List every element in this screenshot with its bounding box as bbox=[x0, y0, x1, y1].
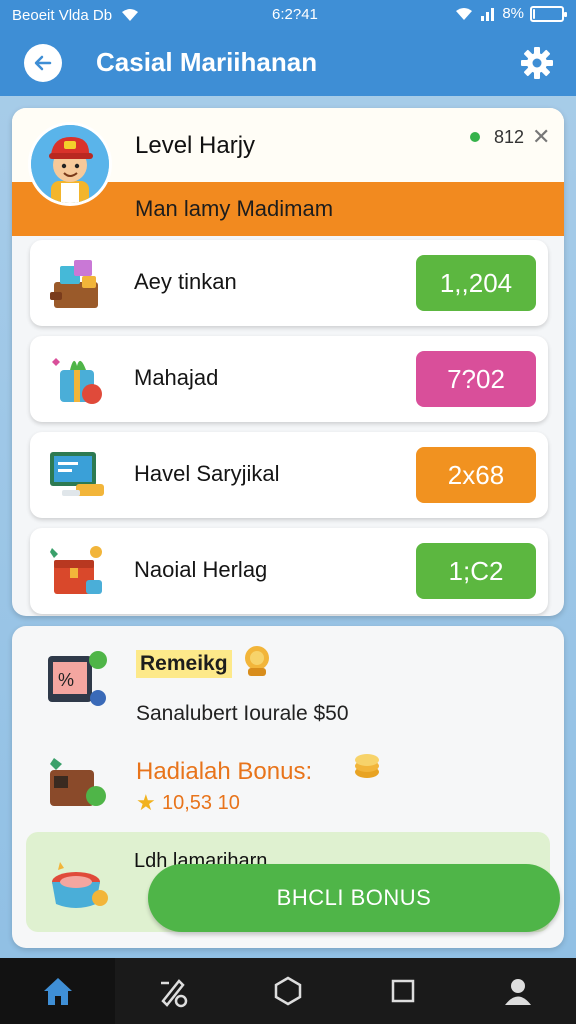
boy-avatar-icon bbox=[31, 125, 109, 203]
status-carrier-text: Beoeit Vlda Db bbox=[12, 6, 113, 24]
remaining-description: Sanalubert Iourale $50 bbox=[136, 702, 349, 725]
list-item[interactable]: Havel Saryjikal 2x68 bbox=[30, 432, 548, 518]
edit-tools-icon bbox=[160, 979, 188, 1008]
square-icon bbox=[391, 979, 415, 1003]
app-bar: Casial Mariihanan bbox=[0, 30, 576, 96]
settings-button[interactable] bbox=[518, 44, 556, 82]
list-item[interactable]: Naoial Herlag 1;C2 bbox=[30, 528, 548, 614]
hexagon-icon bbox=[274, 976, 302, 1006]
nav-tools[interactable] bbox=[115, 958, 230, 1024]
row-value-badge: 1;C2 bbox=[416, 543, 536, 599]
gear-icon bbox=[521, 47, 553, 79]
coin-stack-icon bbox=[355, 754, 379, 778]
status-right: 8% bbox=[454, 5, 567, 22]
promo-banner: Ldh lamariharn BHCLI BONUS bbox=[26, 832, 560, 932]
online-status-dot bbox=[470, 132, 480, 142]
row-value-badge: 7?02 bbox=[416, 351, 536, 407]
battery-icon bbox=[530, 5, 567, 22]
tablet-percent-icon: % bbox=[48, 651, 107, 706]
online-count: 812 bbox=[494, 127, 525, 147]
cell-signal-icon bbox=[481, 7, 495, 21]
chest-icon bbox=[50, 758, 106, 806]
coin-bag-icon bbox=[245, 646, 269, 676]
wifi-signal-icon bbox=[456, 7, 473, 20]
battery-percent: 8% bbox=[502, 5, 524, 22]
close-icon[interactable]: ✕ bbox=[532, 124, 550, 150]
row-value-badge: 2x68 bbox=[416, 447, 536, 503]
nav-home-system[interactable] bbox=[230, 958, 345, 1024]
row-label: Aey tinkan bbox=[134, 269, 237, 294]
row-label: Havel Saryjikal bbox=[134, 461, 280, 486]
monitor-icon bbox=[50, 452, 104, 496]
arrow-left-icon bbox=[34, 55, 52, 71]
nav-home[interactable] bbox=[0, 958, 116, 1024]
svg-text:%: % bbox=[58, 670, 74, 690]
row-label: Naoial Herlag bbox=[134, 557, 268, 582]
profile-icon bbox=[505, 979, 532, 1005]
claim-bonus-button[interactable]: BHCLI BONUS bbox=[148, 864, 560, 932]
bonus-card: % Remeikg Sanalubert Iourale $50 Hadiala… bbox=[12, 626, 564, 948]
star-icon: ★ bbox=[136, 790, 156, 815]
status-left: Beoeit Vlda Db bbox=[12, 7, 140, 24]
crate-gifts-icon bbox=[50, 260, 98, 308]
row-label: Mahajad bbox=[134, 365, 219, 390]
gift-box-icon bbox=[52, 358, 102, 404]
nav-recents[interactable] bbox=[346, 958, 461, 1024]
wifi-icon bbox=[122, 9, 139, 21]
bonus-points: 10,53 10 bbox=[162, 792, 240, 814]
page-title: Casial Mariihanan bbox=[96, 47, 318, 77]
battery-fill bbox=[533, 8, 536, 19]
bottom-navigation bbox=[0, 958, 576, 1024]
row-value-badge: 1,,204 bbox=[416, 255, 536, 311]
profile-title: Level Harjy bbox=[135, 132, 256, 159]
list-item[interactable]: Aey tinkan 1,,204 bbox=[30, 240, 548, 326]
status-time: 6:2?41 bbox=[272, 6, 318, 23]
avatar[interactable] bbox=[28, 122, 112, 206]
profile-subtitle: Man lamy Madimam bbox=[135, 196, 334, 221]
status-bar: Beoeit Vlda Db 6:2?41 8% bbox=[0, 0, 576, 30]
main-card: Level Harjy 812 ✕ Man lamy Madimam Aey t… bbox=[12, 108, 564, 616]
home-icon bbox=[43, 978, 72, 1005]
nav-profile[interactable] bbox=[461, 958, 576, 1024]
back-button[interactable] bbox=[24, 44, 62, 82]
bonus-title: Hadialah Bonus: bbox=[136, 758, 313, 785]
list-item[interactable]: Mahajad 7?02 bbox=[30, 336, 548, 422]
remaining-label: Remeikg bbox=[136, 650, 232, 678]
gift-bowl-icon bbox=[52, 862, 108, 908]
treasure-box-icon bbox=[50, 546, 102, 594]
